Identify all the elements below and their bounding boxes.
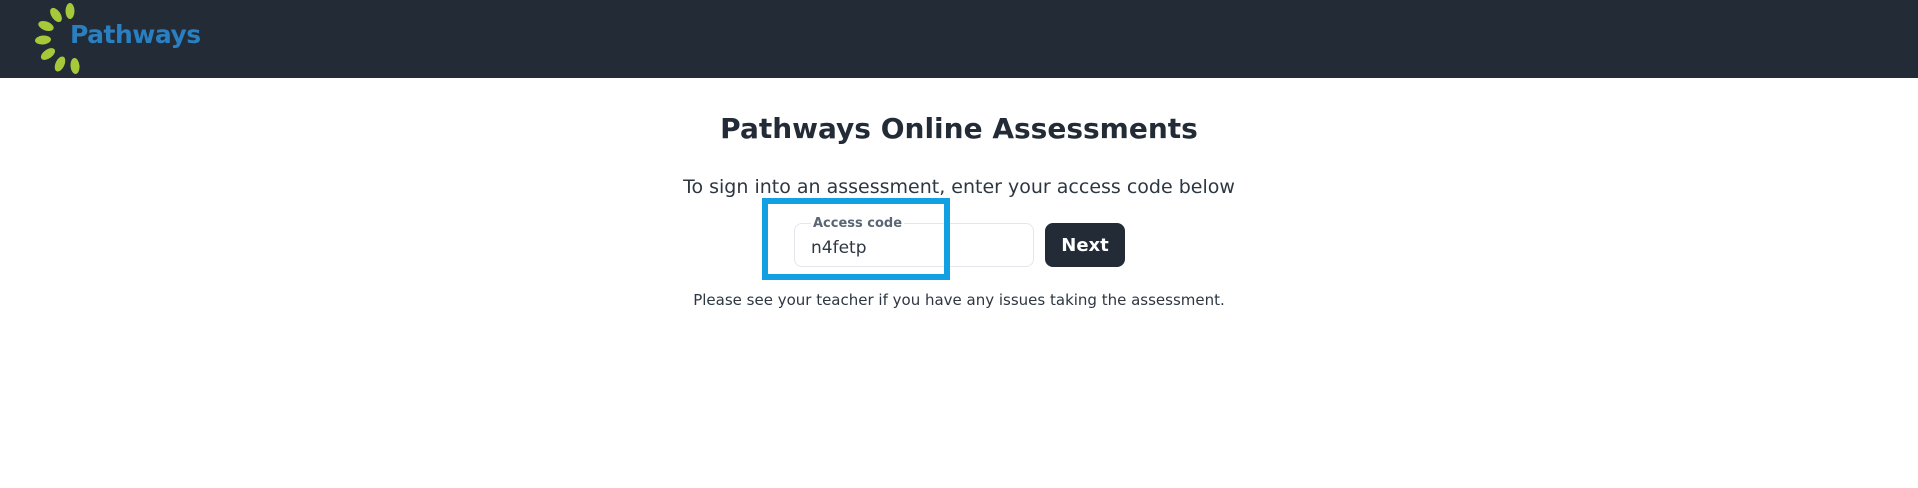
main-content: Pathways Online Assessments To sign into… xyxy=(0,78,1918,488)
page-title: Pathways Online Assessments xyxy=(720,112,1198,145)
pathways-logo[interactable]: Pathways xyxy=(34,2,214,74)
access-code-label: Access code xyxy=(811,216,905,231)
access-code-input[interactable] xyxy=(811,236,1011,260)
logo-wordmark: Pathways xyxy=(70,20,201,49)
top-bar: Pathways xyxy=(0,0,1918,78)
access-code-field[interactable]: Access code xyxy=(794,216,1034,267)
help-text: Please see your teacher if you have any … xyxy=(693,291,1225,309)
instructions-text: To sign into an assessment, enter your a… xyxy=(683,176,1235,198)
next-button[interactable]: Next xyxy=(1045,223,1125,267)
